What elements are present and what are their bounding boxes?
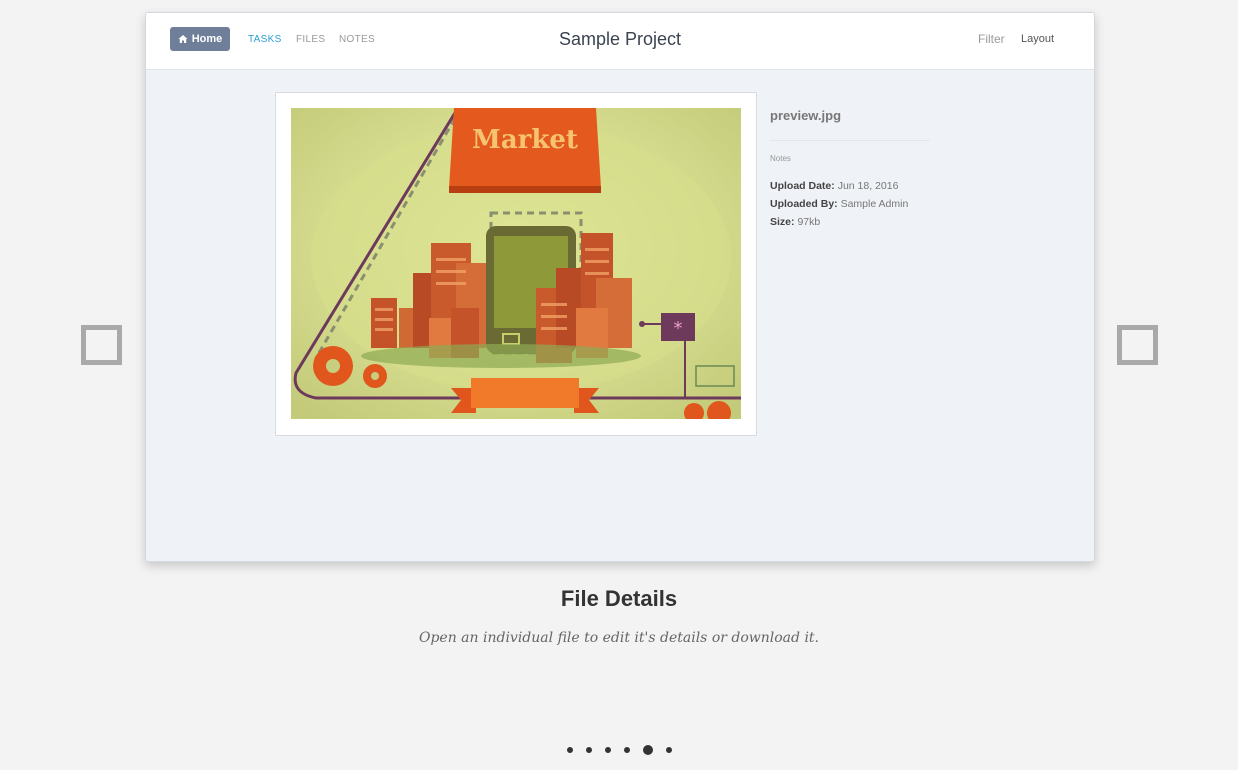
pagination-dot[interactable] xyxy=(566,747,573,753)
pagination-dot[interactable] xyxy=(604,747,611,753)
notes-label: Notes xyxy=(770,154,791,163)
market-illustration-image: Market * xyxy=(291,108,741,419)
sign-text: Market xyxy=(472,125,578,155)
uploaded-by-value: Sample Admin xyxy=(840,198,909,210)
pagination-dot[interactable] xyxy=(665,747,672,753)
app-window: Home TASKS FILES NOTES Sample Project Fi… xyxy=(145,12,1095,562)
pagination-dot[interactable] xyxy=(623,747,630,753)
upload-date-value: Jun 18, 2016 xyxy=(837,180,899,192)
pagination-dot[interactable] xyxy=(642,745,653,755)
file-preview-image-frame[interactable]: Market * xyxy=(275,92,757,436)
filter-link[interactable]: Filter xyxy=(978,32,1005,46)
upload-date-row: Upload Date: Jun 18, 2016 xyxy=(770,177,930,195)
uploaded-by-row: Uploaded By: Sample Admin xyxy=(770,195,930,213)
size-row: Size: 97kb xyxy=(770,213,930,231)
size-label: Size: xyxy=(770,216,795,228)
project-title: Sample Project xyxy=(558,29,682,49)
divider xyxy=(770,140,930,141)
file-meta: Upload Date: Jun 18, 2016 Uploaded By: S… xyxy=(770,177,930,231)
svg-text:*: * xyxy=(674,318,683,339)
top-navigation-bar: Home TASKS FILES NOTES Sample Project Fi… xyxy=(146,13,1094,70)
slide-subtitle: Open an individual file to edit it's det… xyxy=(418,630,819,646)
upload-date-label: Upload Date: xyxy=(770,180,835,192)
size-value: 97kb xyxy=(797,216,821,228)
uploaded-by-label: Uploaded By: xyxy=(770,198,838,210)
slide-pagination xyxy=(0,745,1238,755)
previous-slide-button[interactable] xyxy=(81,325,122,365)
file-name: preview.jpg xyxy=(770,108,842,123)
layout-link[interactable]: Layout xyxy=(1021,33,1054,45)
next-slide-button[interactable] xyxy=(1117,325,1158,365)
slide-title: File Details xyxy=(560,586,678,611)
file-details-panel: preview.jpg Notes Upload Date: Jun 18, 2… xyxy=(770,108,930,231)
pagination-dot[interactable] xyxy=(585,747,592,753)
